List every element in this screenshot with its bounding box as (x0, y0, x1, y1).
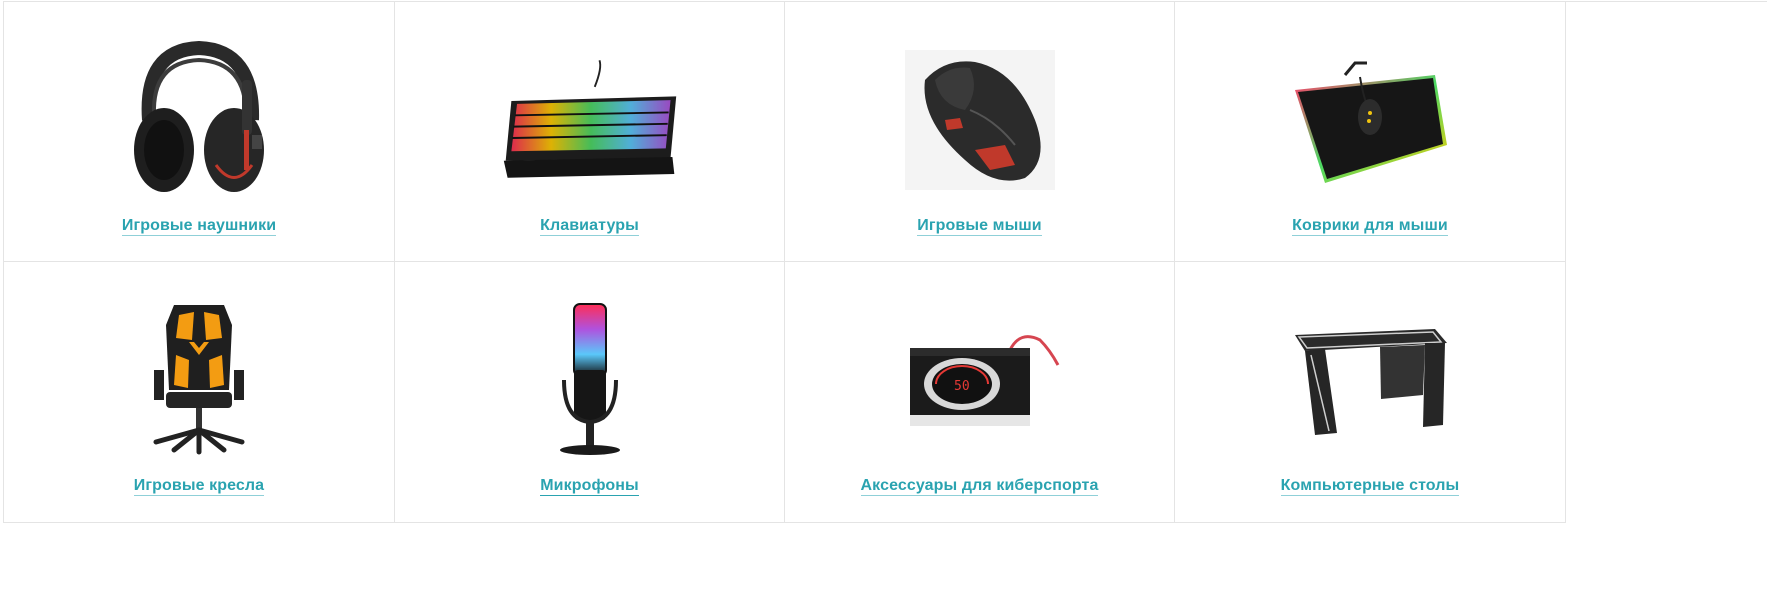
category-tile-desks[interactable]: Компьютерные столы (1175, 262, 1566, 523)
headphones-icon[interactable] (109, 40, 289, 200)
mousepad-icon[interactable] (1280, 40, 1460, 200)
category-link[interactable]: Микрофоны (540, 477, 639, 496)
category-link[interactable]: Компьютерные столы (1280, 477, 1460, 496)
category-tile-headphones[interactable]: Игровые наушники (4, 2, 395, 262)
category-link[interactable]: Клавиатуры (540, 217, 639, 236)
category-tile-mousepads[interactable]: Коврики для мыши (1175, 2, 1566, 262)
category-link[interactable]: Аксессуары для киберспорта (860, 477, 1099, 496)
mouse-icon[interactable] (890, 40, 1070, 200)
category-link[interactable]: Игровые наушники (121, 217, 277, 236)
category-tile-microphones[interactable]: Микрофоны (395, 262, 785, 523)
category-tile-chairs[interactable]: Игровые кресла (4, 262, 395, 523)
category-link[interactable]: Игровые мыши (917, 217, 1042, 236)
category-link[interactable]: Коврики для мыши (1292, 217, 1448, 236)
category-tile-keyboards[interactable]: Клавиатуры (395, 2, 785, 262)
desk-icon[interactable] (1280, 300, 1460, 460)
category-link[interactable]: Игровые кресла (133, 477, 265, 496)
category-tile-mice[interactable]: Игровые мыши (785, 2, 1175, 262)
gaming-chair-icon[interactable] (109, 300, 289, 460)
microphone-icon[interactable] (500, 300, 680, 460)
category-tile-accessories[interactable]: 50 Аксессуары для киберспорта (785, 262, 1175, 523)
svg-text:50: 50 (954, 379, 970, 394)
sound-card-icon[interactable]: 50 (890, 300, 1070, 460)
keyboard-icon[interactable] (500, 40, 680, 200)
category-grid: Игровые наушники Клавиатуры Игровые мыши… (3, 1, 1767, 523)
